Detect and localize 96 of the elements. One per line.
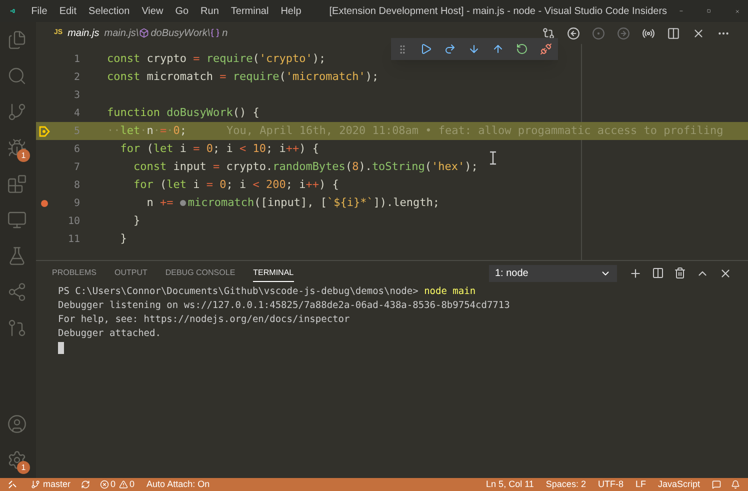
menu-item[interactable]: Terminal: [224, 4, 275, 18]
auto-attach-status[interactable]: Auto Attach: On: [146, 478, 210, 491]
menu-item[interactable]: View: [136, 4, 170, 18]
feedback-icon[interactable]: [712, 480, 721, 489]
status-item[interactable]: Ln 5, Col 11: [486, 478, 534, 491]
line-number: 5: [72, 124, 80, 138]
terminal-line: Debugger attached.: [58, 327, 162, 341]
terminal-select[interactable]: 1: node: [489, 264, 617, 282]
disconnect-icon[interactable]: [540, 43, 552, 55]
previous-change-icon[interactable]: [567, 26, 580, 40]
panel-tab[interactable]: OUTPUT: [114, 265, 148, 281]
split-editor-icon[interactable]: [667, 26, 680, 40]
warning-icon: [118, 480, 128, 489]
status-item[interactable]: LF: [635, 478, 646, 491]
code-line: ··let·n·=·0;: [107, 122, 186, 139]
menu-item[interactable]: Go: [169, 4, 195, 18]
text-cursor-icon: [489, 151, 497, 165]
split-terminal-icon[interactable]: [652, 267, 664, 279]
next-change-icon[interactable]: [617, 26, 630, 40]
menu-item[interactable]: Selection: [82, 4, 136, 18]
new-terminal-icon[interactable]: [629, 266, 642, 280]
warning-count[interactable]: 0: [130, 478, 135, 491]
test-icon[interactable]: [7, 246, 27, 266]
code-line: const crypto = require('crypto');: [107, 50, 326, 67]
panel-tab[interactable]: TERMINAL: [253, 264, 294, 282]
step-out-icon[interactable]: [492, 43, 504, 55]
restart-icon[interactable]: [516, 43, 528, 55]
code-line: }: [132, 212, 140, 229]
line-number: 6: [72, 142, 80, 156]
menu-item[interactable]: File: [25, 4, 54, 18]
status-item[interactable]: JavaScript: [658, 478, 700, 491]
close-icon[interactable]: [692, 26, 705, 40]
sync-icon[interactable]: [80, 480, 90, 489]
menu-item[interactable]: Edit: [53, 4, 83, 18]
status-item[interactable]: Spaces: 2: [546, 478, 586, 491]
settings-icon[interactable]: [7, 450, 27, 470]
drag-handle-icon[interactable]: [397, 44, 408, 54]
line-number: 7: [72, 160, 80, 174]
trash-icon[interactable]: [674, 267, 686, 279]
code-line: }: [119, 230, 127, 247]
line-number: 10: [66, 214, 80, 228]
code-line: n += micromatch([input], [`${i}*`]).length;: [146, 194, 440, 211]
pr-icon[interactable]: [7, 318, 27, 338]
panel-tab[interactable]: PROBLEMS: [52, 265, 96, 281]
blame-annotation: You, April 16th, 2020 11:08am • feat: allow progammatic access to profiling: [226, 122, 724, 139]
git-icon[interactable]: [7, 102, 27, 122]
line-number: 8: [72, 178, 80, 192]
menu-item[interactable]: Help: [274, 4, 308, 18]
breakpoint-icon[interactable]: [40, 200, 48, 206]
code-line: const micromatch = require('micromatch');: [107, 68, 379, 85]
line-number: 1: [72, 52, 80, 66]
editor-tab[interactable]: main.js: [68, 26, 100, 40]
continue-icon[interactable]: [420, 43, 432, 55]
bell-icon[interactable]: [731, 480, 740, 489]
line-number: 9: [72, 196, 80, 210]
terminal-line: For help, see: https://nodejs.org/en/docs/inspector: [58, 313, 351, 327]
breadcrumb[interactable]: main.js\: [104, 26, 139, 40]
line-number: 4: [72, 106, 80, 120]
function-symbol-icon: [138, 28, 149, 38]
branch-icon: [31, 480, 40, 489]
inline-breakpoint-icon[interactable]: [180, 200, 186, 206]
account-icon[interactable]: [7, 414, 27, 434]
status-item[interactable]: UTF-8: [598, 478, 624, 491]
search-icon[interactable]: [7, 66, 27, 86]
current-line-arrow-icon: [38, 126, 50, 136]
extensions-icon[interactable]: [7, 174, 27, 194]
debug-icon[interactable]: [7, 138, 27, 158]
notification-badge: 1: [17, 149, 30, 162]
code-line: const input = crypto.randomBytes(8).toString('hex');: [132, 158, 478, 175]
share-icon[interactable]: [7, 282, 27, 302]
step-into-icon[interactable]: [468, 43, 480, 55]
breadcrumb[interactable]: doBusyWork\: [150, 26, 210, 40]
remote-icon[interactable]: [8, 480, 17, 489]
menu-item[interactable]: Run: [194, 4, 225, 18]
code-line: function doBusyWork() {: [107, 104, 260, 121]
notification-badge: 1: [17, 461, 30, 474]
error-count[interactable]: 0: [110, 478, 116, 491]
code-line: for (let i = 0; i < 200; i++) {: [132, 176, 339, 193]
window-title: [Extension Development Host] - main.js - node - Visual Studio Code Insiders: [329, 4, 668, 18]
terminal-line: PS C:\Users\Connor\Documents\Github\vscode-js-debug\demos\node> node main: [58, 285, 477, 299]
panel-tab[interactable]: DEBUG CONSOLE: [165, 265, 236, 281]
compare-icon[interactable]: [542, 26, 555, 40]
line-number: 11: [66, 232, 80, 246]
line-number: 2: [72, 70, 80, 84]
files-icon[interactable]: [7, 30, 27, 50]
close-icon[interactable]: [719, 266, 732, 280]
breadcrumb[interactable]: n: [222, 26, 228, 40]
terminal-line: Debugger listening on ws://127.0.0.1:45825/7a88de2a-06ad-438a-8536-8b9754cd7713: [58, 299, 511, 313]
branch-status[interactable]: master: [43, 478, 71, 491]
code-line: for (let i = 0; i < 10; i++) {: [119, 140, 319, 157]
variable-symbol-icon: [210, 28, 220, 38]
terminal-cursor: [58, 342, 64, 354]
line-number: 3: [72, 88, 80, 102]
step-over-icon[interactable]: [444, 43, 456, 55]
remote-icon[interactable]: [7, 210, 27, 230]
error-icon: [100, 480, 109, 489]
